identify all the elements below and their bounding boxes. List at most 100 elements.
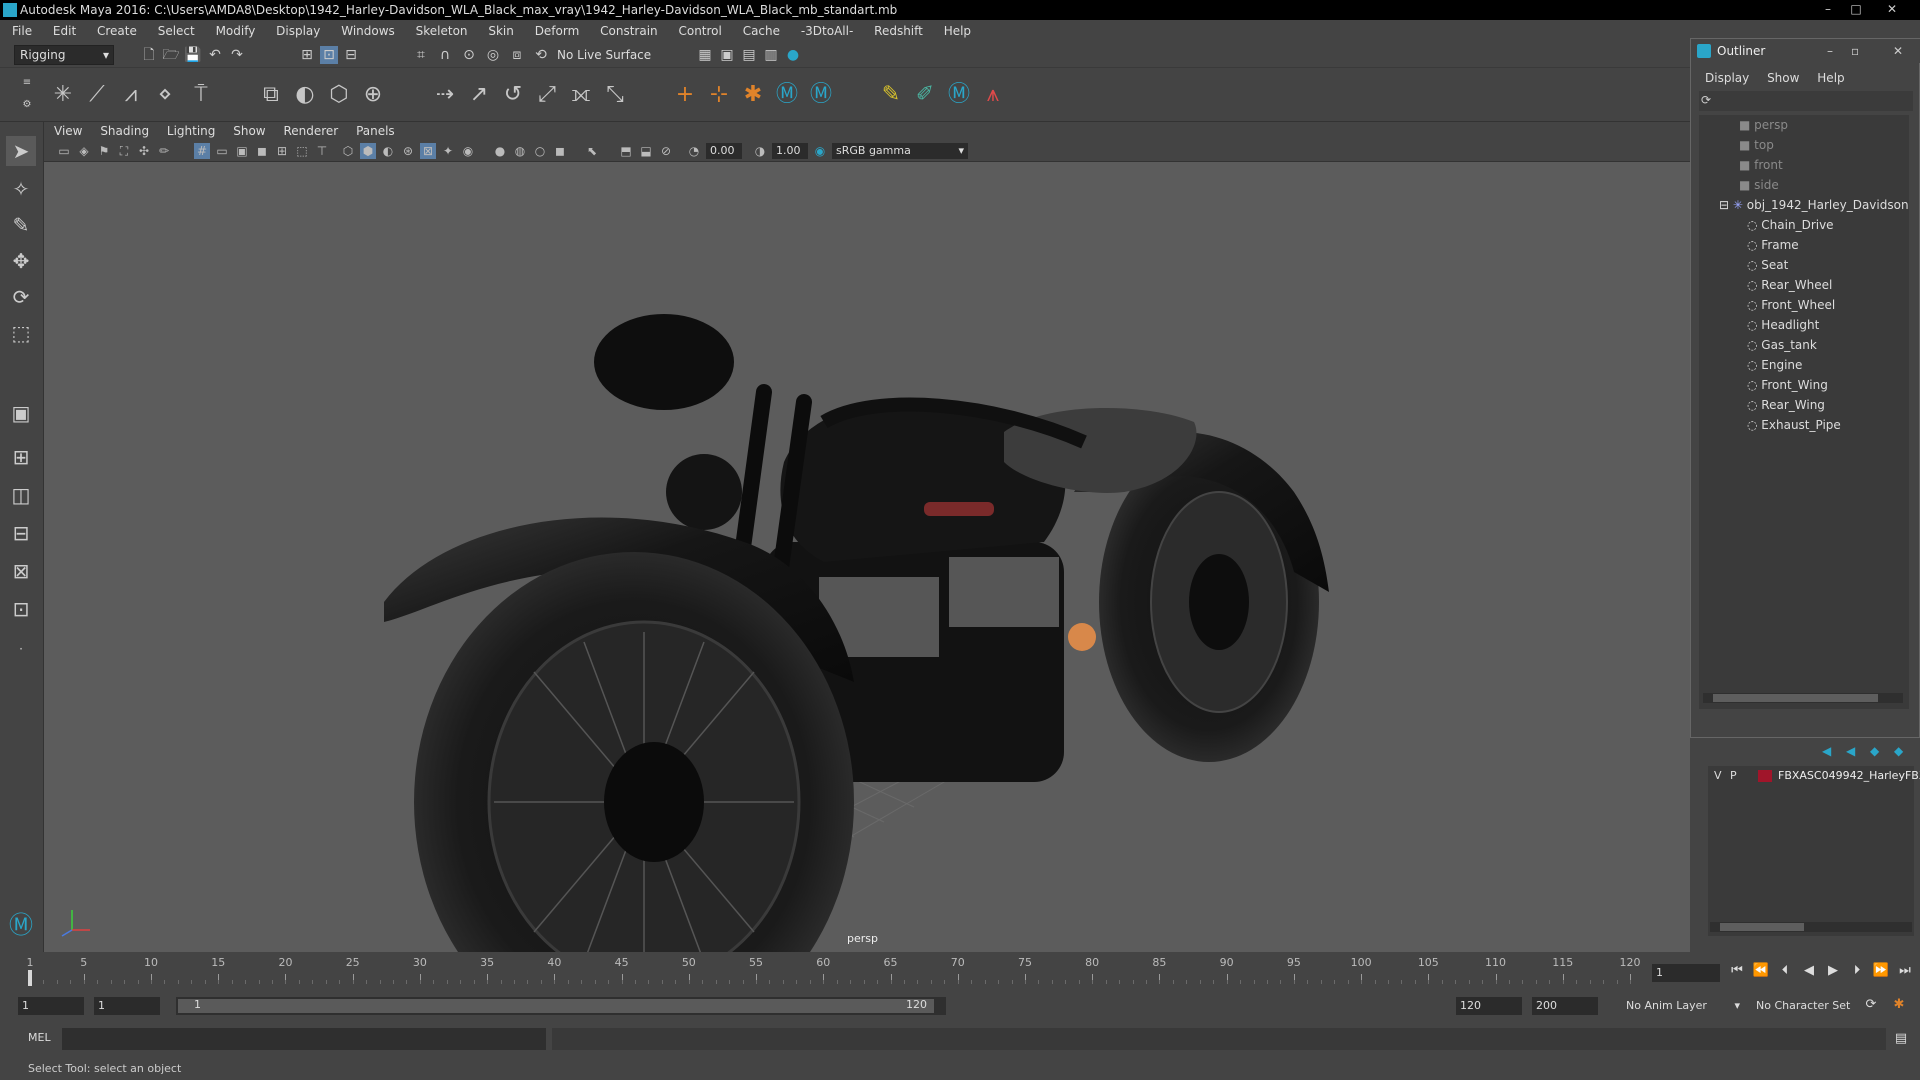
xray-icon[interactable]: ⊠ bbox=[420, 143, 436, 159]
point-constraint-icon[interactable]: ⇢ bbox=[430, 80, 460, 110]
redo-icon[interactable]: ↷ bbox=[228, 46, 246, 64]
outliner-camera-side[interactable]: ■ side bbox=[1739, 175, 1779, 195]
select-component-icon[interactable]: ⊟ bbox=[342, 46, 360, 64]
pole-vector-icon[interactable]: ⤡ bbox=[600, 80, 630, 110]
flat-shade-icon[interactable]: ◼ bbox=[552, 143, 568, 159]
outliner-camera-front[interactable]: ■ front bbox=[1739, 155, 1783, 175]
frame-selection-icon[interactable]: ⬓ bbox=[638, 143, 654, 159]
aim-constraint-icon[interactable]: ↗ bbox=[464, 80, 494, 110]
shelf-menu-icon[interactable]: ≡ bbox=[18, 74, 36, 92]
script-language-toggle[interactable]: MEL bbox=[28, 1031, 51, 1044]
command-input[interactable] bbox=[62, 1028, 546, 1050]
bookmark-icon[interactable]: ⚑ bbox=[96, 143, 112, 159]
live-surface-field[interactable]: No Live Surface bbox=[552, 46, 656, 64]
render-view-icon[interactable]: ▥ bbox=[762, 46, 780, 64]
outliner-hscrollbar[interactable] bbox=[1703, 693, 1903, 703]
range-slider[interactable]: 1 120 bbox=[176, 997, 946, 1015]
outliner-item[interactable]: ◌ Exhaust_Pipe bbox=[1747, 415, 1841, 435]
layer-hscrollbar[interactable] bbox=[1710, 922, 1912, 932]
grease-pencil-icon[interactable]: ✏ bbox=[156, 143, 172, 159]
four-view-layout-icon[interactable]: ⊞ bbox=[6, 442, 36, 472]
graph-layout-icon[interactable]: ⊠ bbox=[6, 556, 36, 586]
layer-color-swatch[interactable] bbox=[1758, 770, 1772, 782]
layout-more-icon[interactable]: · bbox=[6, 634, 36, 664]
menuset-dropdown[interactable]: Rigging ▾ bbox=[14, 45, 114, 65]
menu-control[interactable]: Control bbox=[678, 24, 721, 38]
outliner-menu-show[interactable]: Show bbox=[1767, 71, 1799, 85]
lasso-tool-icon[interactable]: ✧ bbox=[6, 174, 36, 204]
orient-constraint-icon[interactable]: ↺ bbox=[498, 80, 528, 110]
outliner-item[interactable]: ◌ Chain_Drive bbox=[1747, 215, 1834, 235]
exposure-icon[interactable]: ◔ bbox=[686, 143, 702, 159]
scale-tool-icon[interactable]: ⬚ bbox=[6, 318, 36, 348]
maya-tool-b-icon[interactable]: Ⓜ bbox=[806, 80, 836, 110]
textured-icon[interactable]: ⊛ bbox=[400, 143, 416, 159]
render-frame-icon[interactable]: ▣ bbox=[718, 46, 736, 64]
save-scene-icon[interactable]: 💾 bbox=[184, 46, 202, 64]
panel-menu-show[interactable]: Show bbox=[233, 124, 265, 138]
colorspace-dropdown[interactable]: sRGB gamma ▾ bbox=[832, 143, 968, 159]
camera-select-icon[interactable]: ▭ bbox=[56, 143, 72, 159]
scale-constraint-icon[interactable]: ⤢ bbox=[532, 80, 562, 110]
image-plane-icon[interactable]: ⛶ bbox=[116, 143, 132, 159]
humanik-icon[interactable]: ⍑ bbox=[186, 80, 216, 110]
outliner-menu-display[interactable]: Display bbox=[1705, 71, 1749, 85]
close-button[interactable]: ✕ bbox=[1880, 0, 1904, 18]
outliner-item[interactable]: ◌ Gas_tank bbox=[1747, 335, 1817, 355]
menu-skeleton[interactable]: Skeleton bbox=[416, 24, 468, 38]
isolate-select-icon[interactable]: ● bbox=[492, 143, 508, 159]
outliner-camera-top[interactable]: ■ top bbox=[1739, 135, 1774, 155]
ik-handle-icon[interactable]: ⟋ bbox=[82, 80, 112, 110]
menu-create[interactable]: Create bbox=[97, 24, 137, 38]
parent-icon[interactable]: ⊹ bbox=[704, 80, 734, 110]
maya-tool-a-icon[interactable]: Ⓜ bbox=[772, 80, 802, 110]
panel-menu-lighting[interactable]: Lighting bbox=[167, 124, 216, 138]
playback-end-field[interactable]: 120 bbox=[1456, 997, 1522, 1015]
paint-weights-icon[interactable]: ◐ bbox=[290, 80, 320, 110]
resolution-gate-icon[interactable]: ▣ bbox=[234, 143, 250, 159]
outliner-item[interactable]: ◌ Front_Wheel bbox=[1747, 295, 1835, 315]
time-ruler[interactable]: 1 5 10 15 20 25 30 35 40 45 50 55 60 65 70 75 80 85 90 95 10… bbox=[27, 952, 1650, 988]
go-to-start-button[interactable]: ⏮ bbox=[1728, 962, 1746, 980]
menu-edit[interactable]: Edit bbox=[53, 24, 76, 38]
hud-icon[interactable]: ⊘ bbox=[658, 143, 674, 159]
shelf-settings-icon[interactable]: ⚙ bbox=[18, 96, 36, 114]
grid-toggle-icon[interactable]: # bbox=[194, 143, 210, 159]
menu-constrain[interactable]: Constrain bbox=[600, 24, 658, 38]
menu-skin[interactable]: Skin bbox=[488, 24, 514, 38]
snap-curve-icon[interactable]: ∩ bbox=[436, 46, 454, 64]
outliner-search-field[interactable]: ⟳ bbox=[1699, 91, 1913, 111]
menu-windows[interactable]: Windows bbox=[341, 24, 395, 38]
camera-attributes-icon[interactable]: ◈ bbox=[76, 143, 92, 159]
smooth-shade-icon[interactable]: ⬢ bbox=[360, 143, 376, 159]
gamma-icon[interactable]: ◑ bbox=[752, 143, 768, 159]
outliner-item[interactable]: ◌ Rear_Wheel bbox=[1747, 275, 1832, 295]
new-layer-icon[interactable]: ◆ bbox=[1870, 744, 1879, 758]
script-b-icon[interactable]: ✐ bbox=[910, 80, 940, 110]
select-hierarchy-icon[interactable]: ⊞ bbox=[298, 46, 316, 64]
hypershade-layout-icon[interactable]: ⊡ bbox=[6, 594, 36, 624]
script-a-icon[interactable]: ✎ bbox=[876, 80, 906, 110]
current-time-marker[interactable] bbox=[28, 970, 32, 986]
single-perspective-layout-icon[interactable]: ▣ bbox=[6, 398, 36, 428]
bind-skin-icon[interactable]: ⧉ bbox=[256, 80, 286, 110]
character-set-dropdown[interactable]: No Character Set bbox=[1752, 997, 1862, 1015]
outliner-hscroll-thumb[interactable] bbox=[1713, 694, 1878, 702]
side-by-side-layout-icon[interactable]: ◫ bbox=[6, 480, 36, 510]
snap-point-icon[interactable]: ⊙ bbox=[460, 46, 478, 64]
menu-display[interactable]: Display bbox=[276, 24, 320, 38]
menu-help[interactable]: Help bbox=[944, 24, 971, 38]
safe-title-icon[interactable]: ⊤ bbox=[314, 143, 330, 159]
outliner-item[interactable]: ◌ Frame bbox=[1747, 235, 1799, 255]
range-slider-handle[interactable] bbox=[178, 999, 934, 1013]
move-tool-icon[interactable]: ✥ bbox=[6, 246, 36, 276]
time-slider[interactable]: 1 5 10 15 20 25 30 35 40 45 50 55 60 65 70 75 80 85 90 95 10… bbox=[0, 952, 1920, 992]
locator-icon[interactable]: + bbox=[670, 80, 700, 110]
minimize-button[interactable]: – bbox=[1816, 0, 1840, 18]
field-chart-icon[interactable]: ⊞ bbox=[274, 143, 290, 159]
panel-menu-renderer[interactable]: Renderer bbox=[283, 124, 338, 138]
script-c-icon[interactable]: Ⓜ bbox=[944, 80, 974, 110]
set-driven-key-icon[interactable]: ✱ bbox=[738, 80, 768, 110]
playback-start-field[interactable]: 1 bbox=[94, 997, 160, 1015]
select-tool-icon[interactable]: ➤ bbox=[6, 136, 36, 166]
